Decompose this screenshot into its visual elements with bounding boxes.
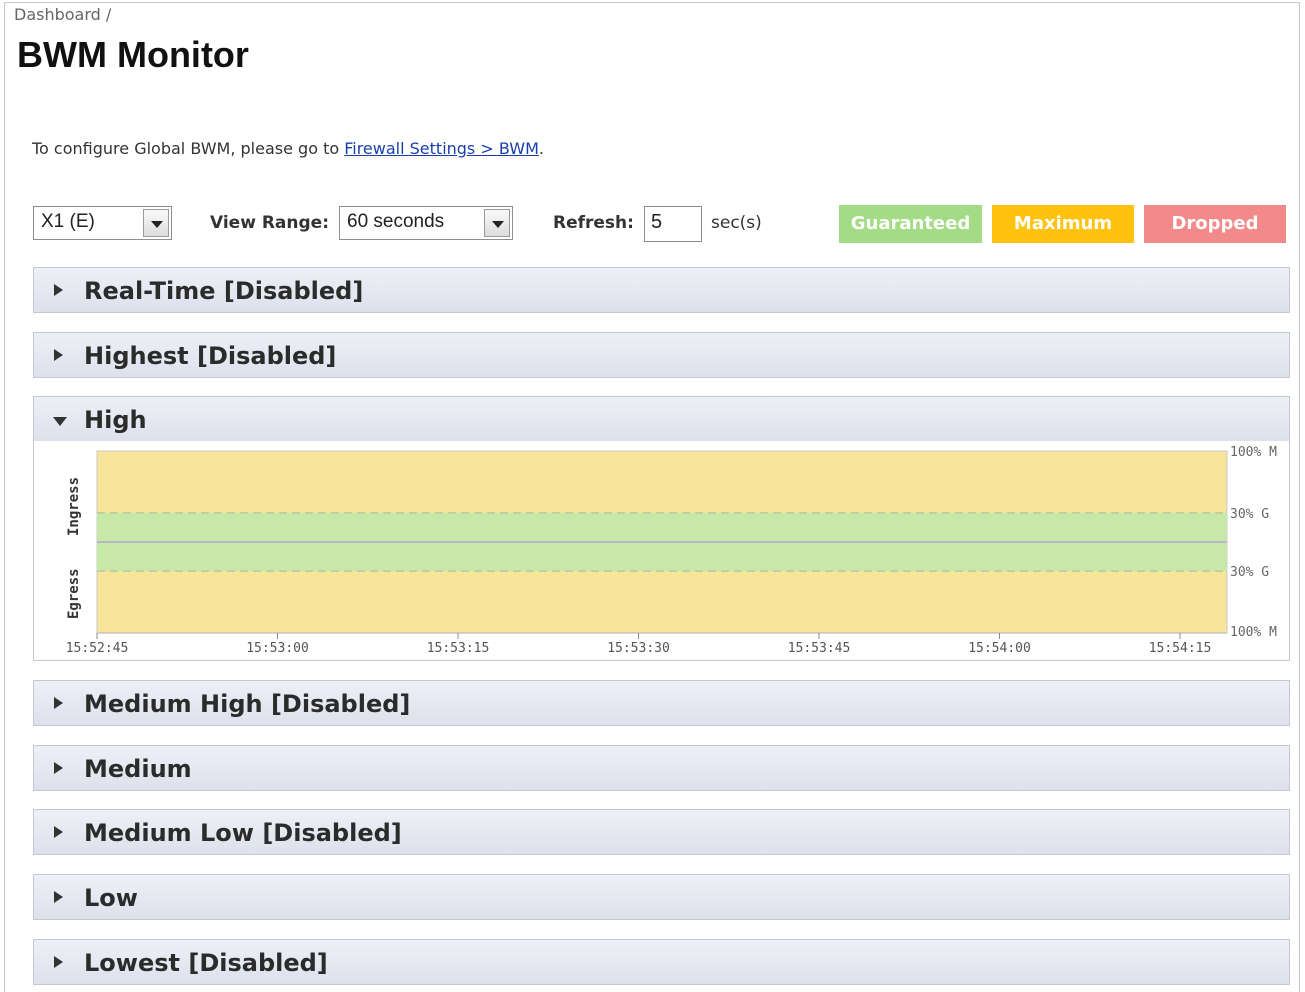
expand-arrow-icon[interactable] — [54, 891, 63, 903]
ingress-label: Ingress — [66, 477, 82, 536]
panel-low[interactable]: Low — [33, 874, 1290, 920]
expand-arrow-icon[interactable] — [54, 697, 63, 709]
view-range-select[interactable]: 60 seconds — [339, 206, 513, 240]
high-chart: Ingress Egress 100% M 30% G 30% G 100% M 15:52… — [33, 441, 1290, 661]
interface-value: X1 (E) — [41, 211, 95, 232]
panel-title: Real-Time [Disabled] — [84, 277, 364, 305]
panel-highest[interactable]: Highest [Disabled] — [33, 332, 1290, 378]
expand-arrow-icon[interactable] — [54, 762, 63, 774]
right-axis-label: 30% G — [1230, 507, 1269, 522]
expand-arrow-icon[interactable] — [54, 826, 63, 838]
egress-guaranteed-area — [97, 542, 1227, 572]
legend-maximum: Maximum — [992, 205, 1134, 243]
panel-title: High — [84, 406, 147, 434]
expand-arrow-icon[interactable] — [54, 956, 63, 968]
panel-title: Medium High [Disabled] — [84, 690, 411, 718]
breadcrumb[interactable]: Dashboard / — [14, 5, 111, 24]
legend-dropped: Dropped — [1144, 205, 1286, 243]
firewall-bwm-link[interactable]: Firewall Settings > BWM — [344, 139, 539, 158]
right-axis-label: 100% M — [1230, 445, 1277, 460]
x-tick-label: 15:53:45 — [788, 641, 851, 656]
x-tick-label: 15:54:15 — [1149, 641, 1212, 656]
interface-select[interactable]: X1 (E) — [33, 206, 172, 240]
panel-title: Medium — [84, 755, 192, 783]
bandwidth-chart: Ingress Egress 100% M 30% G 30% G 100% M 15:52… — [66, 445, 1277, 656]
x-tick-label: 15:53:00 — [246, 641, 309, 656]
panel-title: Low — [84, 884, 138, 912]
view-range-label: View Range: — [210, 213, 329, 233]
x-tick-label: 15:53:30 — [607, 641, 670, 656]
right-axis-label: 30% G — [1230, 565, 1269, 580]
refresh-input[interactable]: 5 — [644, 206, 702, 242]
config-message: To configure Global BWM, please go to Fi… — [32, 139, 544, 158]
right-axis-label: 100% M — [1230, 625, 1277, 640]
panel-medium[interactable]: Medium — [33, 745, 1290, 791]
panel-title: Lowest [Disabled] — [84, 949, 328, 977]
panel-title: Medium Low [Disabled] — [84, 819, 402, 847]
panel-lowest[interactable]: Lowest [Disabled] — [33, 939, 1290, 985]
x-tick-label: 15:52:45 — [66, 641, 129, 656]
expand-arrow-icon[interactable] — [54, 284, 63, 296]
panel-medium-high[interactable]: Medium High [Disabled] — [33, 680, 1290, 726]
config-text: To configure Global BWM, please go to — [32, 139, 345, 158]
x-tick-label: 15:54:00 — [968, 641, 1031, 656]
collapse-arrow-icon[interactable] — [53, 417, 67, 426]
panel-medium-low[interactable]: Medium Low [Disabled] — [33, 809, 1290, 855]
x-tick-label: 15:53:15 — [427, 641, 490, 656]
panel-real-time[interactable]: Real-Time [Disabled] — [33, 267, 1290, 313]
egress-label: Egress — [66, 568, 82, 619]
view-range-value: 60 seconds — [347, 211, 445, 232]
refresh-label: Refresh: — [553, 213, 634, 233]
chevron-down-icon[interactable] — [484, 209, 510, 237]
legend-guaranteed: Guaranteed — [839, 205, 982, 243]
panel-high[interactable]: High — [33, 396, 1290, 442]
panel-title: Highest [Disabled] — [84, 342, 337, 370]
chevron-down-icon[interactable] — [143, 209, 169, 237]
ingress-guaranteed-area — [97, 512, 1227, 542]
refresh-unit: sec(s) — [711, 213, 762, 233]
page-title: BWM Monitor — [17, 34, 249, 75]
config-suffix: . — [538, 139, 544, 158]
expand-arrow-icon[interactable] — [54, 349, 63, 361]
